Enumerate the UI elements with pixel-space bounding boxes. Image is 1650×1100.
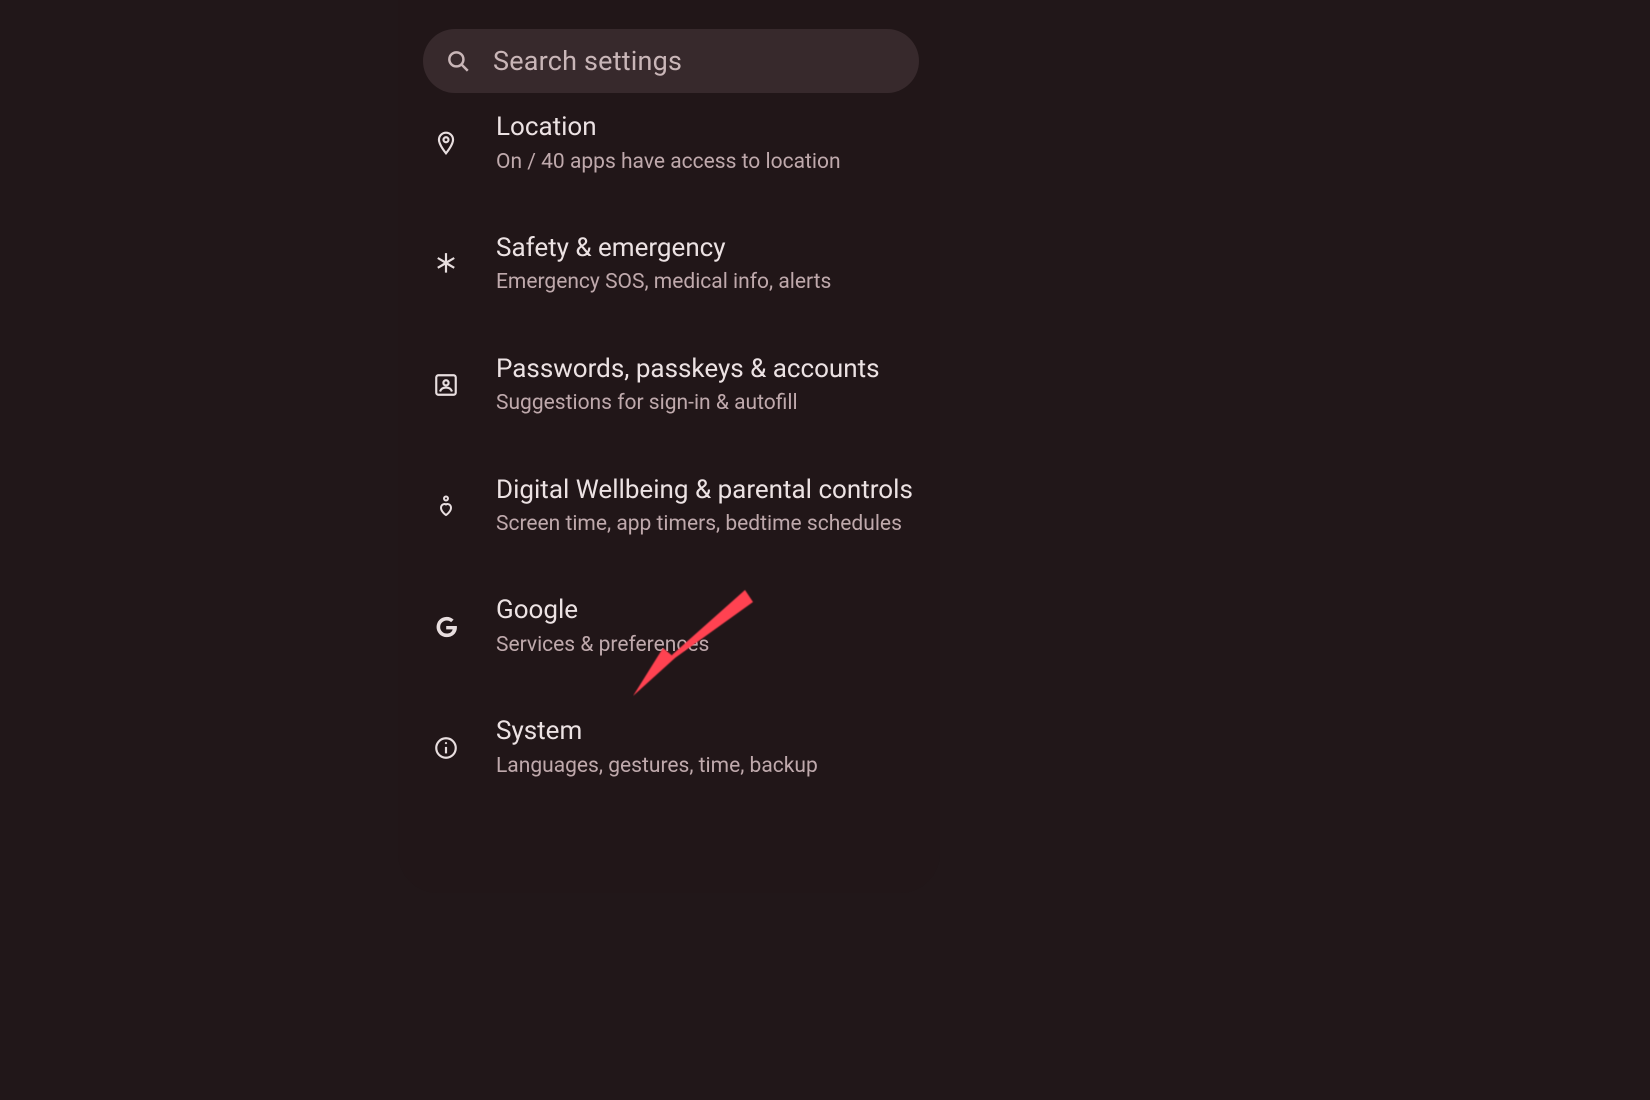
asterisk-icon (422, 251, 470, 277)
settings-item-texts: System Languages, gestures, time, backup (496, 715, 916, 780)
settings-item-title: Safety & emergency (496, 232, 916, 265)
location-pin-icon (422, 128, 470, 158)
settings-item-subtitle: On / 40 apps have access to location (496, 148, 916, 176)
settings-item-system[interactable]: System Languages, gestures, time, backup (398, 687, 940, 808)
settings-item-subtitle: Suggestions for sign-in & autofill (496, 389, 916, 417)
settings-item-texts: Passwords, passkeys & accounts Suggestio… (496, 353, 916, 418)
settings-item-texts: Digital Wellbeing & parental controls Sc… (496, 474, 916, 539)
settings-item-texts: Google Services & preferences (496, 594, 916, 659)
settings-item-title: Digital Wellbeing & parental controls (496, 474, 916, 507)
google-g-icon (422, 613, 470, 641)
settings-item-subtitle: Services & preferences (496, 631, 916, 659)
settings-item-subtitle: Languages, gestures, time, backup (496, 752, 916, 780)
wellbeing-icon (422, 492, 470, 520)
settings-screen: Search settings Location On / 40 apps ha… (398, 0, 940, 893)
settings-item-title: Google (496, 594, 916, 627)
search-icon (445, 48, 471, 74)
settings-item-title: System (496, 715, 916, 748)
settings-list: Location On / 40 apps have access to loc… (398, 95, 940, 808)
settings-item-digital-wellbeing[interactable]: Digital Wellbeing & parental controls Sc… (398, 446, 940, 567)
settings-item-location[interactable]: Location On / 40 apps have access to loc… (398, 95, 940, 204)
settings-item-passwords-accounts[interactable]: Passwords, passkeys & accounts Suggestio… (398, 325, 940, 446)
settings-item-subtitle: Screen time, app timers, bedtime schedul… (496, 510, 916, 538)
settings-item-texts: Location On / 40 apps have access to loc… (496, 111, 916, 176)
settings-item-subtitle: Emergency SOS, medical info, alerts (496, 268, 916, 296)
settings-item-title: Location (496, 111, 916, 144)
settings-item-title: Passwords, passkeys & accounts (496, 353, 916, 386)
settings-item-google[interactable]: Google Services & preferences (398, 566, 940, 687)
settings-item-texts: Safety & emergency Emergency SOS, medica… (496, 232, 916, 297)
account-box-icon (422, 372, 470, 398)
info-circle-icon (422, 735, 470, 761)
search-settings-input[interactable]: Search settings (423, 29, 919, 93)
search-placeholder: Search settings (493, 45, 682, 77)
settings-item-safety-emergency[interactable]: Safety & emergency Emergency SOS, medica… (398, 204, 940, 325)
